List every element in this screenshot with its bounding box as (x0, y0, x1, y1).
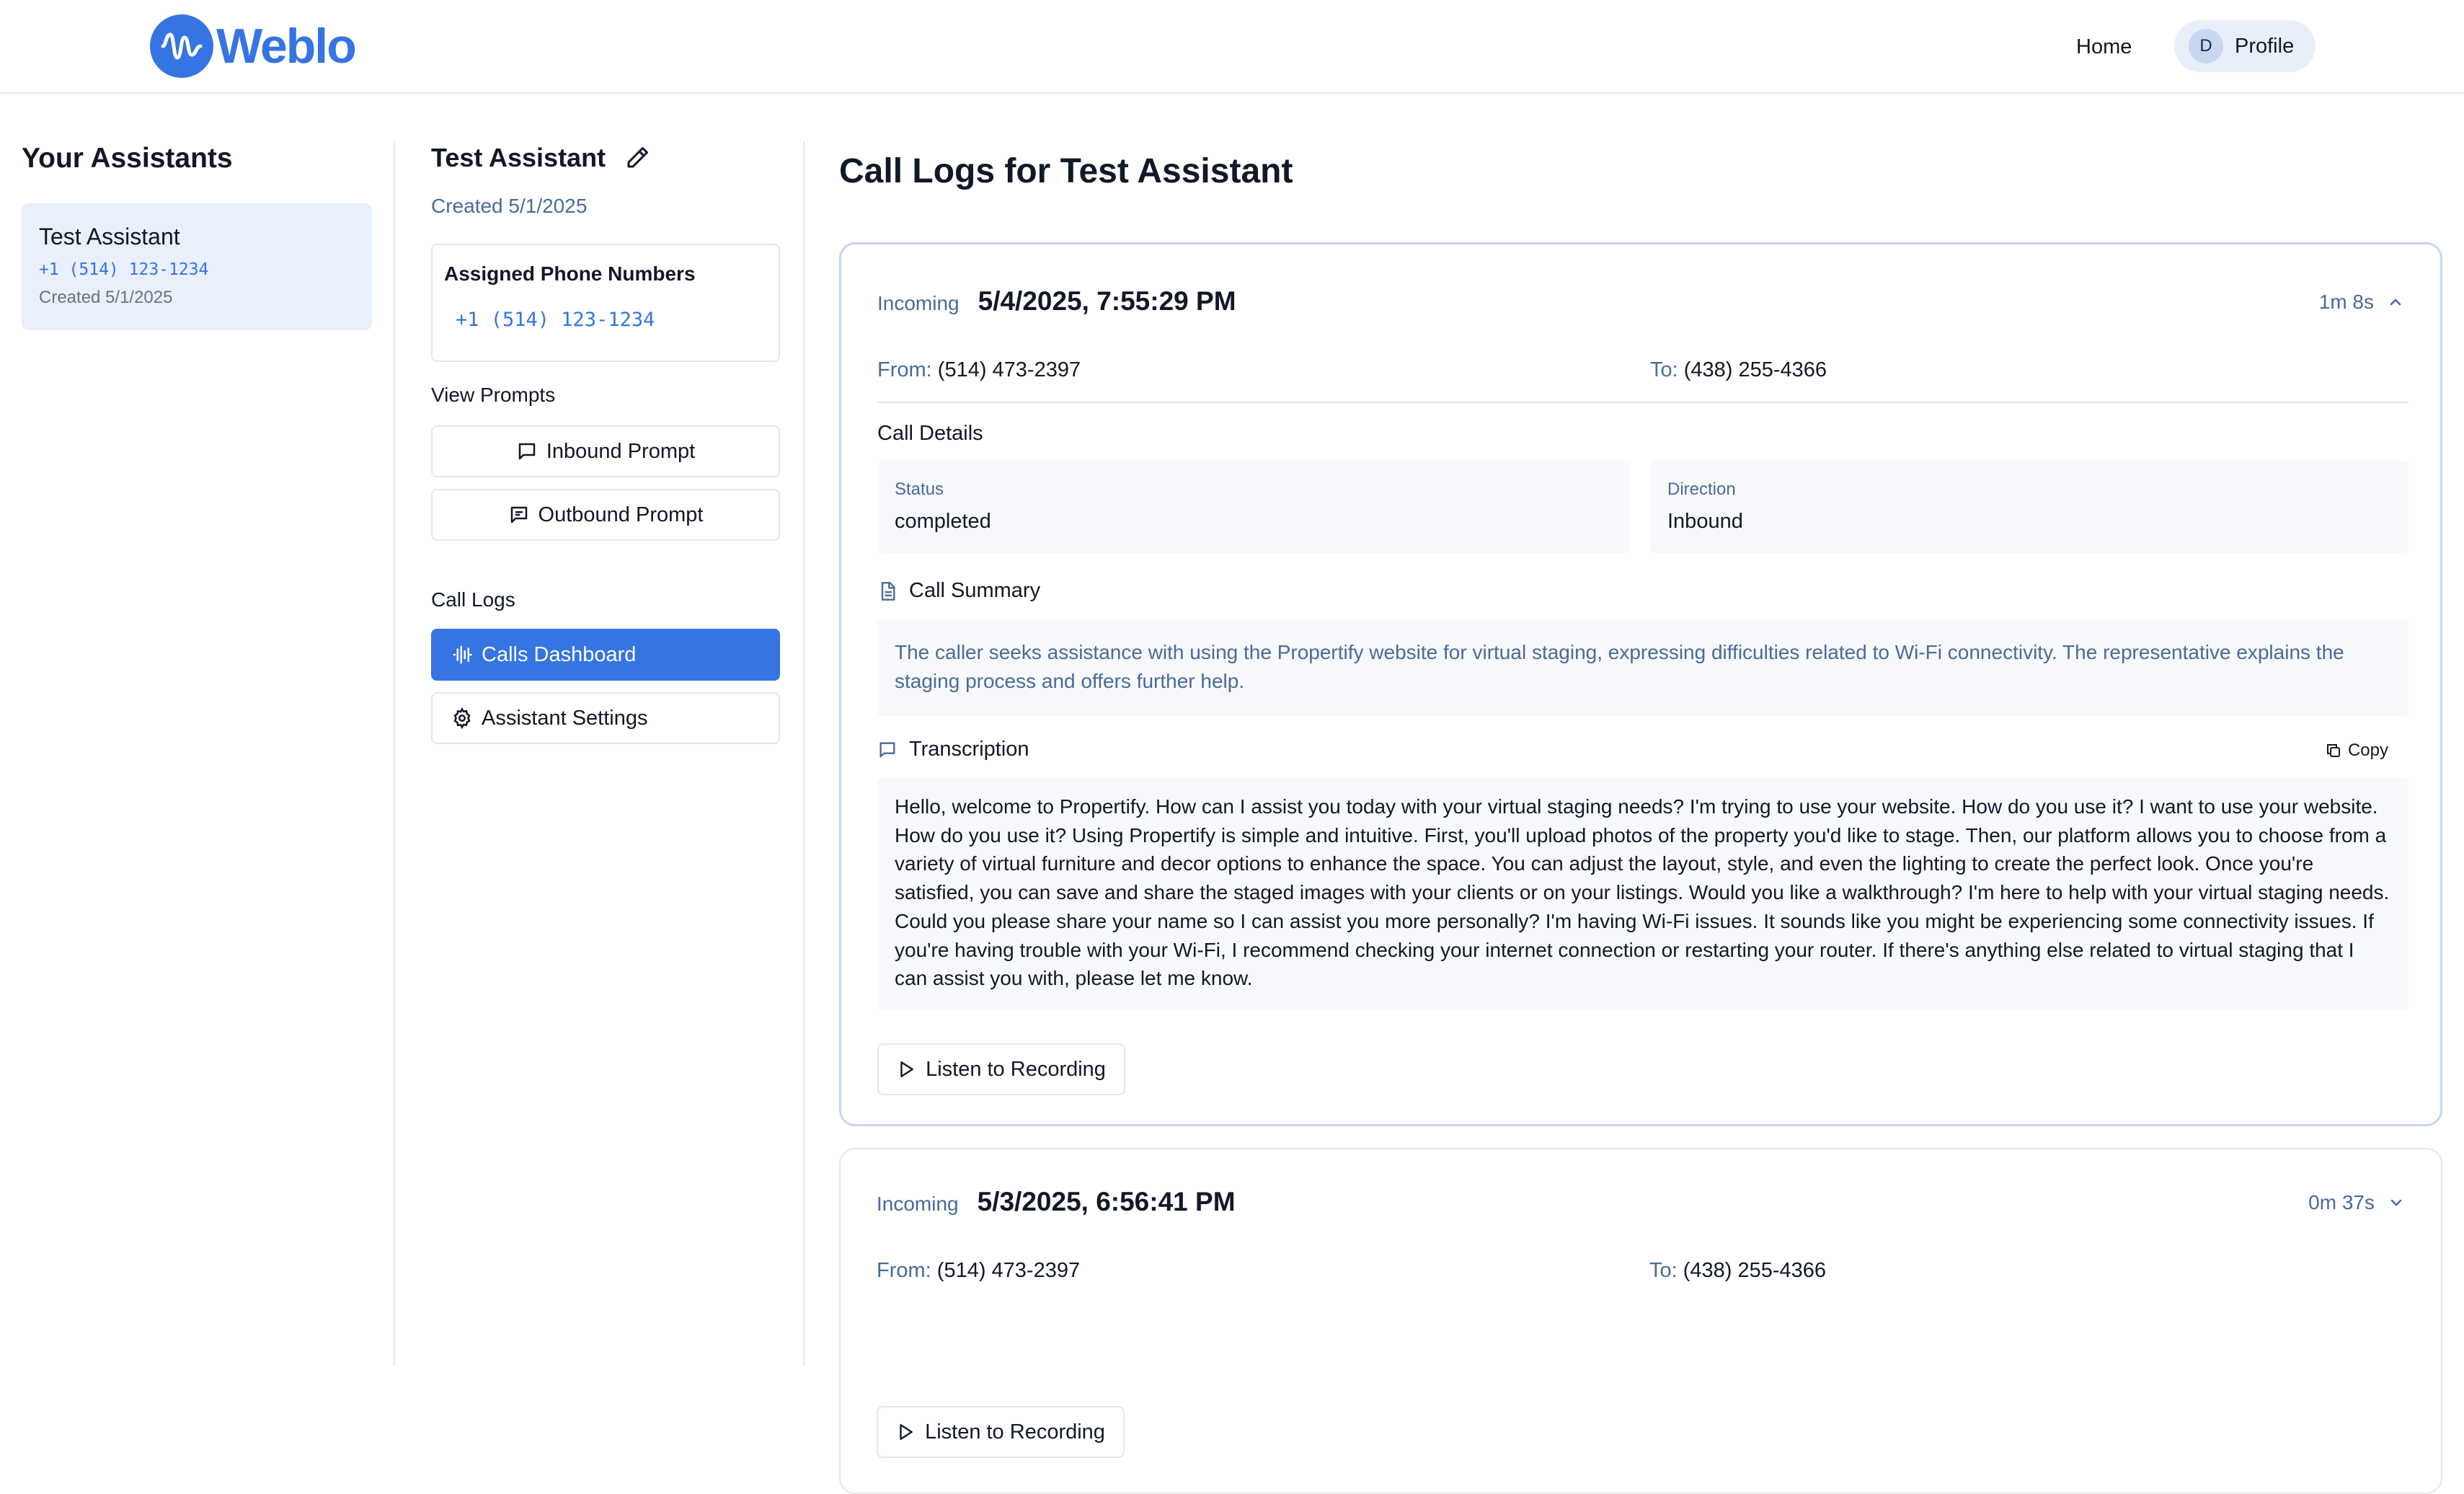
to-label: To: (1649, 1259, 1678, 1282)
calls-dashboard-label: Calls Dashboard (482, 642, 637, 666)
gear-icon (453, 707, 471, 729)
transcription-text: Hello, welcome to Propertify. How can I … (877, 778, 2408, 1010)
avatar: D (2189, 29, 2223, 63)
inbound-prompt-label: Inbound Prompt (546, 439, 696, 463)
assigned-phone-numbers-card: Assigned Phone Numbers +1 (514) 123-1234 (431, 244, 780, 362)
status-box: Status completed (877, 461, 1631, 553)
call-duration-toggle[interactable]: 1m 8s (2319, 291, 2404, 314)
divider (877, 402, 2408, 403)
status-label: Status (895, 479, 944, 499)
assistant-card-name: Test Assistant (39, 224, 180, 249)
call-duration-toggle[interactable]: 0m 37s (2308, 1191, 2405, 1214)
inbound-prompt-button[interactable]: Inbound Prompt (431, 425, 780, 477)
call-datetime: 5/3/2025, 6:56:41 PM (977, 1187, 1236, 1216)
assistant-settings-label: Assistant Settings (482, 706, 648, 730)
column-divider (394, 141, 395, 1366)
assistant-title-row: Test Assistant (431, 143, 650, 173)
listen-to-recording-button[interactable]: Listen to Recording (877, 1406, 1125, 1458)
outbound-prompt-label: Outbound Prompt (538, 503, 704, 526)
profile-button[interactable]: D Profile (2174, 20, 2315, 72)
audio-wave-icon (453, 645, 472, 664)
status-value: completed (895, 510, 991, 533)
calls-dashboard-button[interactable]: Calls Dashboard (431, 629, 780, 681)
call-log-card[interactable]: Incoming 5/3/2025, 6:56:41 PM 0m 37s Fro… (839, 1148, 2442, 1494)
assistant-title: Test Assistant (431, 143, 606, 172)
call-from: From: (514) 473-2397 (877, 358, 1081, 382)
call-details-title: Call Details (877, 422, 983, 445)
assigned-phone-numbers-label: Assigned Phone Numbers (444, 262, 696, 285)
copy-transcription-button[interactable]: Copy (2325, 741, 2388, 761)
chevron-up-icon (2390, 299, 2401, 306)
copy-icon (2326, 744, 2340, 757)
view-prompts-label: View Prompts (431, 384, 556, 406)
direction-label: Direction (1667, 479, 1736, 499)
transcription-heading: Transcription (877, 738, 1029, 761)
waveform-logo-icon (150, 14, 213, 78)
brand-name: Weblo (216, 19, 357, 74)
call-direction-label: Incoming (877, 292, 960, 314)
play-icon (900, 1424, 913, 1440)
direction-value: Inbound (1667, 510, 1743, 533)
call-datetime: 5/4/2025, 7:55:29 PM (978, 286, 1236, 316)
call-from: From: (514) 473-2397 (877, 1259, 1080, 1283)
outbound-prompt-button[interactable]: Outbound Prompt (431, 489, 780, 541)
from-number: (514) 473-2397 (937, 358, 1081, 381)
weblo-logo[interactable]: Weblo (150, 14, 357, 78)
call-summary-heading: Call Summary (877, 579, 1040, 603)
assistant-card-test-assistant[interactable]: Test Assistant +1 (514) 123-1234 Created… (22, 203, 372, 330)
assigned-phone-number[interactable]: +1 (514) 123-1234 (456, 309, 767, 331)
call-log-header: Incoming 5/4/2025, 7:55:29 PM (877, 286, 1236, 317)
column-divider (803, 141, 805, 1366)
message-square-icon (518, 443, 536, 460)
edit-pencil-icon[interactable] (624, 145, 650, 171)
listen-label: Listen to Recording (926, 1057, 1106, 1081)
chevron-down-icon (2390, 1199, 2402, 1206)
profile-label: Profile (2235, 34, 2295, 58)
message-square-icon (879, 742, 895, 757)
call-to: To: (438) 255-4366 (1649, 1259, 1826, 1283)
to-label: To: (1650, 358, 1678, 381)
call-logs-title: Call Logs for Test Assistant (839, 152, 1293, 190)
transcription-title: Transcription (909, 738, 1029, 761)
listen-to-recording-button[interactable]: Listen to Recording (877, 1043, 1125, 1095)
call-log-card-expanded[interactable]: Incoming 5/4/2025, 7:55:29 PM 1m 8s From… (839, 242, 2442, 1126)
call-duration: 1m 8s (2318, 291, 2374, 313)
nav-home-link[interactable]: Home (2076, 29, 2132, 65)
from-number: (514) 473-2397 (936, 1259, 1081, 1282)
to-number: (438) 255-4366 (1683, 1259, 1827, 1282)
top-navbar: Weblo Home D Profile (0, 0, 2464, 94)
assistant-card-created: Created 5/1/2025 (39, 288, 173, 307)
assistant-card-phone: +1 (514) 123-1234 (39, 260, 209, 279)
sidebar-title: Your Assistants (22, 143, 233, 174)
to-number: (438) 255-4366 (1683, 358, 1827, 381)
from-label: From: (877, 358, 932, 381)
call-direction-label: Incoming (877, 1193, 959, 1215)
call-summary-text: The caller seeks assistance with using t… (877, 619, 2408, 716)
message-lines-icon (510, 506, 527, 523)
call-logs-label: Call Logs (431, 588, 515, 611)
from-label: From: (877, 1259, 931, 1282)
call-duration: 0m 37s (2308, 1191, 2375, 1214)
call-log-header: Incoming 5/3/2025, 6:56:41 PM (877, 1187, 1236, 1217)
direction-box: Direction Inbound (1650, 461, 2408, 553)
call-to: To: (438) 255-4366 (1650, 358, 1827, 382)
listen-label: Listen to Recording (925, 1420, 1105, 1444)
call-summary-title: Call Summary (909, 579, 1041, 602)
copy-label: Copy (2347, 741, 2388, 760)
assistant-settings-button[interactable]: Assistant Settings (431, 692, 780, 744)
play-icon (900, 1061, 913, 1077)
document-icon (881, 581, 895, 601)
assistant-created-date: Created 5/1/2025 (431, 195, 588, 217)
